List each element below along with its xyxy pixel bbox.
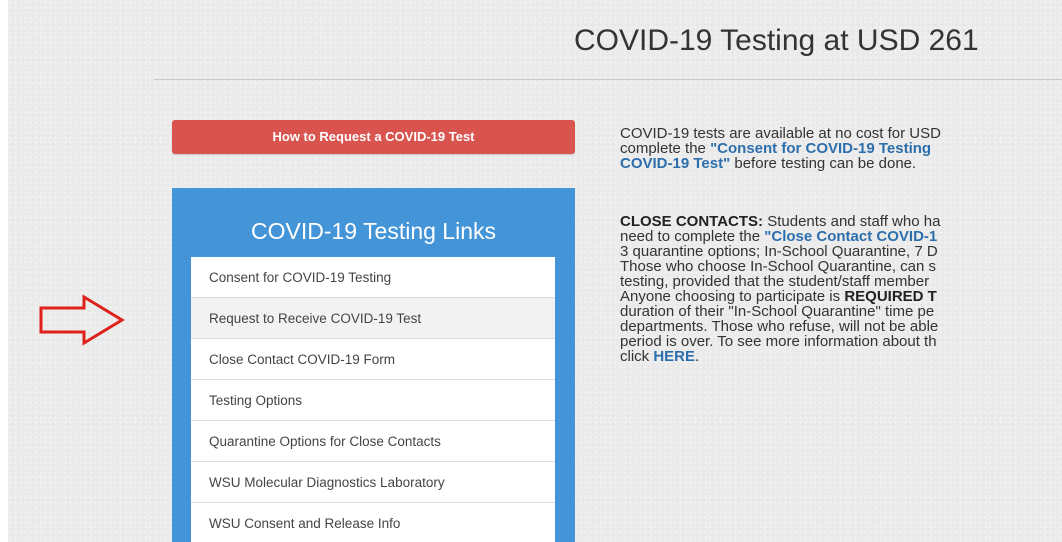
- page-title: COVID-19 Testing at USD 261: [574, 24, 979, 57]
- contacts-line-8: departments. Those who refuse, will not …: [620, 318, 939, 335]
- request-test-link[interactable]: COVID-19 Test": [620, 155, 730, 172]
- testing-links-heading: COVID-19 Testing Links: [250, 218, 496, 244]
- link-testing-options[interactable]: Testing Options: [191, 380, 555, 421]
- contacts-line-10: click HERE.: [620, 349, 1062, 364]
- intro-line-3-text: before testing can be done.: [730, 155, 917, 172]
- intro-line-1: COVID-19 tests are available at no cost …: [620, 125, 941, 142]
- contacts-line-2: need to complete the "Close Contact COVI…: [620, 229, 1062, 244]
- right-arrow-icon: [39, 294, 125, 346]
- contacts-line-7: duration of their "In-School Quarantine"…: [620, 303, 935, 320]
- contacts-line-4: Those who choose In-School Quarantine, c…: [620, 258, 937, 275]
- link-request-test[interactable]: Request to Receive COVID-19 Test: [191, 298, 555, 339]
- link-wsu-lab[interactable]: WSU Molecular Diagnostics Laboratory: [191, 462, 555, 503]
- here-link[interactable]: HERE: [653, 348, 695, 365]
- page: COVID-19 Testing at USD 261 How to Reque…: [8, 0, 1062, 542]
- intro-line-3: COVID-19 Test" before testing can be don…: [620, 156, 1062, 171]
- link-wsu-consent-release[interactable]: WSU Consent and Release Info: [191, 503, 555, 542]
- intro-line-2: complete the "Consent for COVID-19 Testi…: [620, 141, 1062, 156]
- contacts-line-5: testing, provided that the student/staff…: [620, 273, 930, 290]
- link-consent-testing[interactable]: Consent for COVID-19 Testing: [191, 257, 555, 298]
- link-quarantine-options[interactable]: Quarantine Options for Close Contacts: [191, 421, 555, 462]
- intro-paragraph: COVID-19 tests are available at no cost …: [620, 126, 1062, 171]
- testing-links-panel: COVID-19 Testing Links Consent for COVID…: [172, 188, 575, 542]
- contacts-line-1: CLOSE CONTACTS: Students and staff who h…: [620, 214, 1062, 229]
- contacts-line-10-text: click: [620, 348, 654, 365]
- request-covid-test-button[interactable]: How to Request a COVID-19 Test: [172, 120, 575, 154]
- contacts-line-9: period is over. To see more information …: [620, 333, 937, 350]
- contacts-line-10-period: .: [695, 348, 700, 365]
- close-contacts-paragraph: CLOSE CONTACTS: Students and staff who h…: [620, 214, 1062, 364]
- title-divider: [154, 79, 1062, 80]
- contacts-line-3: 3 quarantine options; In-School Quaranti…: [620, 243, 938, 260]
- link-close-contact-form[interactable]: Close Contact COVID-19 Form: [191, 339, 555, 380]
- contacts-line-6: Anyone choosing to participate is REQUIR…: [620, 289, 1062, 304]
- testing-links-list: Consent for COVID-19 Testing Request to …: [191, 257, 555, 542]
